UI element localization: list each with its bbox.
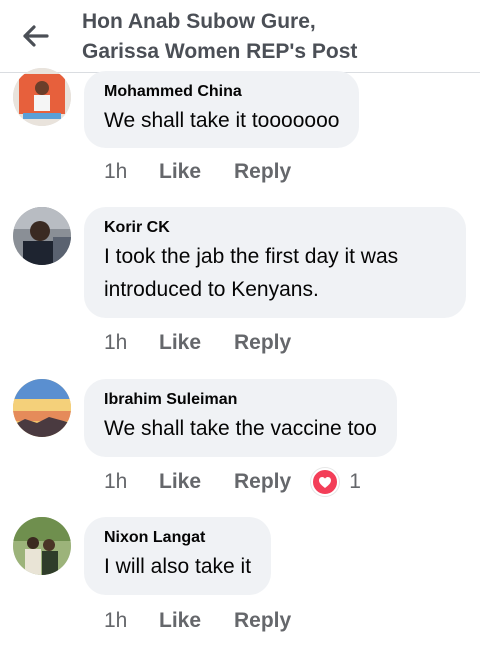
comment-time[interactable]: 1h xyxy=(104,160,159,184)
comment-text: I took the jab the first day it was intr… xyxy=(104,240,446,306)
comment-actions: 1h Like Reply xyxy=(104,328,291,358)
comment-time[interactable]: 1h xyxy=(104,331,159,355)
post-title-line2: Garissa Women REP's Post xyxy=(82,40,358,63)
comment-text: I will also take it xyxy=(104,555,252,578)
comment-author[interactable]: Korir CK xyxy=(104,218,446,238)
post-header: Hon Anab Subow Gure, Garissa Women REP's… xyxy=(0,0,480,73)
comment-text: We shall take the vaccine too xyxy=(104,417,377,440)
comment-author[interactable]: Ibrahim Suleiman xyxy=(104,390,377,410)
comment-time[interactable]: 1h xyxy=(104,609,159,633)
avatar[interactable] xyxy=(13,68,71,126)
comment-author[interactable]: Mohammed China xyxy=(104,82,339,102)
comment-bubble[interactable]: Korir CK I took the jab the first day it… xyxy=(84,207,466,318)
comment-bubble[interactable]: Nixon Langat I will also take it xyxy=(84,517,272,595)
comment-actions: 1h Like Reply 1 xyxy=(104,467,361,497)
avatar[interactable] xyxy=(13,379,71,437)
like-button[interactable]: Like xyxy=(159,331,234,355)
heart-glyph-icon xyxy=(319,476,332,488)
post-title-line1: Hon Anab Subow Gure, xyxy=(82,10,316,33)
comment-text-line: introduced to Kenyans. xyxy=(104,278,319,301)
like-button[interactable]: Like xyxy=(159,470,234,494)
avatar[interactable] xyxy=(13,517,71,575)
comment-author[interactable]: Nixon Langat xyxy=(104,528,251,548)
heart-icon[interactable] xyxy=(311,468,340,496)
post-title: Hon Anab Subow Gure, Garissa Women REP's… xyxy=(82,7,462,67)
reaction-count[interactable]: 1 xyxy=(349,470,361,494)
avatar-image-icon xyxy=(13,68,71,126)
back-button[interactable] xyxy=(16,16,56,56)
comment-bubble[interactable]: Mohammed China We shall take it tooooooo xyxy=(84,71,360,148)
like-button[interactable]: Like xyxy=(159,609,234,633)
avatar-image-icon xyxy=(13,517,71,575)
avatar[interactable] xyxy=(13,207,71,265)
comment-bubble[interactable]: Ibrahim Suleiman We shall take the vacci… xyxy=(84,379,397,457)
comment-text-line: I took the jab the first day it was xyxy=(104,245,399,268)
reply-button[interactable]: Reply xyxy=(234,331,291,355)
reply-button[interactable]: Reply xyxy=(234,609,291,633)
avatar-image-icon xyxy=(13,379,71,437)
comment-actions: 1h Like Reply xyxy=(104,606,291,636)
comment-time[interactable]: 1h xyxy=(104,470,159,494)
avatar-image-icon xyxy=(13,207,71,265)
comment-actions: 1h Like Reply xyxy=(104,157,291,187)
reply-button[interactable]: Reply xyxy=(234,160,291,184)
comment-text: We shall take it tooooooo xyxy=(104,109,340,132)
like-button[interactable]: Like xyxy=(159,160,234,184)
back-arrow-icon xyxy=(23,25,49,47)
reply-button[interactable]: Reply xyxy=(234,470,291,494)
